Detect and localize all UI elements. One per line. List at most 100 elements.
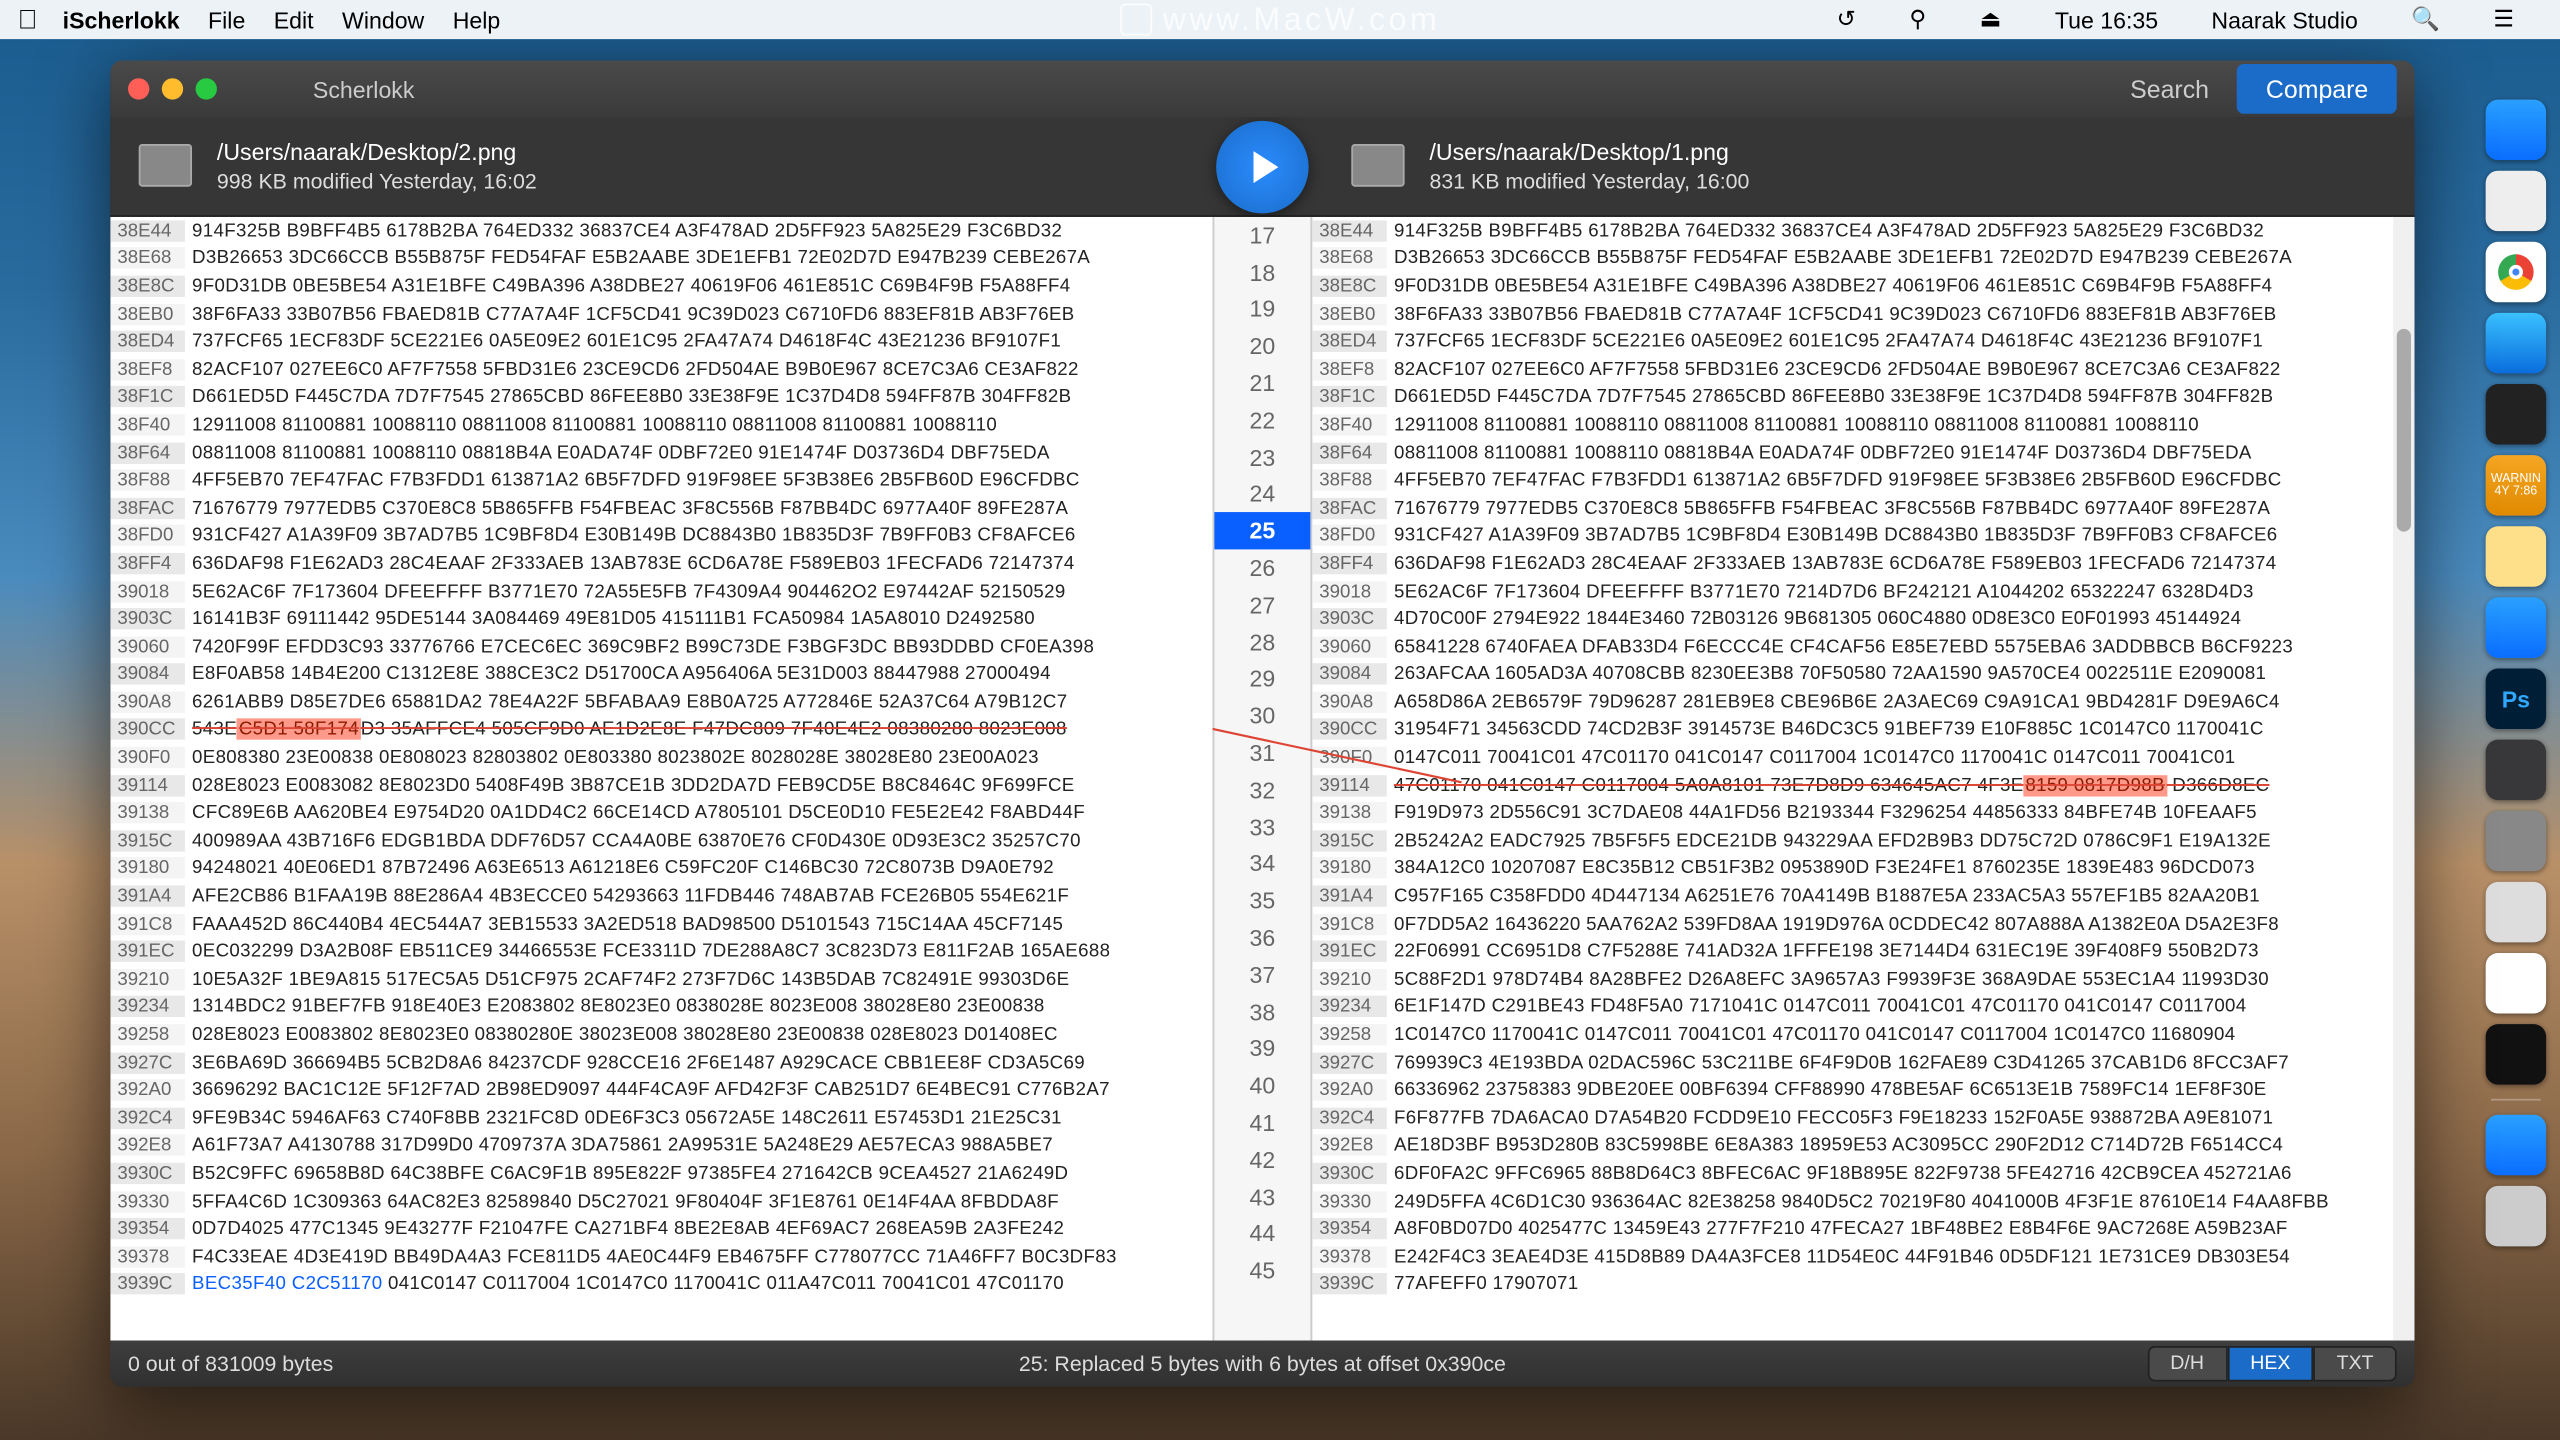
line-number[interactable]: 18 [1214, 254, 1310, 291]
line-number[interactable]: 17 [1214, 217, 1310, 254]
line-number[interactable]: 40 [1214, 1067, 1310, 1104]
hex-row[interactable]: 38F1CD661ED5D F445C7DA 7D7F7545 27865CBD… [1312, 383, 2414, 411]
hex-row[interactable]: 3915C2B5242A2 EADC7925 7B5F5F5 EDCE21DB … [1312, 827, 2414, 855]
apple-menu-icon[interactable]:  [18, 4, 38, 34]
hex-row[interactable]: 390185E62AC6F 7F173604 DFEEFFFF B3771E70… [110, 577, 1212, 605]
hex-row[interactable]: 38F884FF5EB70 7EF47FAC F7B3FDD1 613871A2… [110, 466, 1212, 494]
tab-compare[interactable]: Compare [2237, 64, 2396, 114]
timemachine-icon[interactable]: ↺ [1837, 5, 1856, 33]
hex-row[interactable]: 38ED4737FCF65 1ECF83DF 5CE221E6 0A5E09E2… [110, 328, 1212, 356]
hex-row[interactable]: 38EF882ACF107 027EE6C0 AF7F7558 5FBD31E6… [1312, 356, 2414, 384]
dock-textedit-icon[interactable] [2486, 171, 2546, 231]
hex-row[interactable]: 392E8A61F73A7 A4130788 317D99D0 4709737A… [110, 1132, 1212, 1160]
hex-row[interactable]: 39114028E8023 E0083082 8E8023D0 5408F49B… [110, 771, 1212, 799]
line-number[interactable]: 35 [1214, 882, 1310, 919]
scrollbar-thumb[interactable] [2397, 329, 2411, 531]
hex-row[interactable]: 390607420F99F EFDD3C93 33776766 E7CEC6EC… [110, 633, 1212, 661]
hex-row[interactable]: 39354A8F0BD07D0 4025477C 13459E43 277F7F… [1312, 1215, 2414, 1243]
hex-row[interactable]: 3915C400989AA 43B716F6 EDGB1BDA DDF76D57… [110, 827, 1212, 855]
wifi-icon[interactable]: ⚲ [1909, 5, 1926, 33]
hex-row[interactable]: 38E8C9F0D31DB 0BE5BE54 A31E1BFE C49BA396… [110, 272, 1212, 300]
hex-row[interactable]: 38FAC71676779 7977EDB5 C370E8C8 5B865FFB… [110, 494, 1212, 522]
hex-row[interactable]: 391C80F7DD5A2 16436220 5AA762A2 539FD8AA… [1312, 910, 2414, 938]
hex-row[interactable]: 392A036696292 BAC1C12E 5F12F7AD 2B98ED90… [110, 1076, 1212, 1104]
hex-row[interactable]: 390F00147C011 70041C01 47C01170 041C0147… [1312, 744, 2414, 772]
dock-finder-icon[interactable] [2486, 100, 2546, 160]
hex-row[interactable]: 39378F4C33EAE 4D3E419D BB49DA4A3 FCE811D… [110, 1243, 1212, 1271]
line-number[interactable]: 32 [1214, 772, 1310, 809]
hex-row[interactable]: 390F00E808380 23E00838 0E808023 82803802… [110, 744, 1212, 772]
dock-chrome-icon[interactable] [2486, 242, 2546, 302]
hex-row[interactable]: 3930CB52C9FFC 69658B8D 64C38BFE C6AC9F1B… [110, 1160, 1212, 1188]
hex-row[interactable]: 38FD0931CF427 A1A39F09 3B7AD7B5 1C9BF8D4… [1312, 522, 2414, 550]
line-number[interactable]: 28 [1214, 624, 1310, 661]
hex-panel-right[interactable]: 38E44914F325B B9BFF4B5 6178B2BA 764ED332… [1312, 217, 2414, 1341]
hex-row[interactable]: 38FF4636DAF98 F1E62AD3 28C4EAAF 2F333AEB… [1312, 550, 2414, 578]
line-number-column[interactable]: 1718192021222324252627282930313233343536… [1213, 217, 1313, 1341]
app-menu[interactable]: iScherlokk [63, 6, 180, 33]
hex-row[interactable]: 39330249D5FFA 4C6D1C30 936364AC 82E38258… [1312, 1187, 2414, 1215]
hex-row[interactable]: 391A4C957F165 C358FDD0 4D447134 A6251E76… [1312, 882, 2414, 910]
titlebar[interactable]: Scherlokk Search Compare [110, 60, 2414, 117]
hex-row[interactable]: 39180384A12C0 10207087 E8C35B12 CB51F3B2… [1312, 855, 2414, 883]
dock-appstore-icon[interactable] [2486, 597, 2546, 657]
dock-terminal-icon[interactable] [2486, 384, 2546, 444]
hex-row[interactable]: 38E44914F325B B9BFF4B5 6178B2BA 764ED332… [1312, 217, 2414, 245]
hex-row[interactable]: 38F6408811008 81100881 10088110 08818B4A… [1312, 439, 2414, 467]
hex-row[interactable]: 392105C88F2D1 978D74B4 8A28BFE2 D26A8EFC… [1312, 966, 2414, 994]
dock-notes-icon[interactable] [2486, 526, 2546, 586]
hex-row[interactable]: 39138CFC89E6B AA620BE4 E9754D20 0A1DD4C2… [110, 799, 1212, 827]
user-menu[interactable]: Naarak Studio [2211, 6, 2357, 33]
hex-row[interactable]: 38ED4737FCF65 1ECF83DF 5CE221E6 0A5E09E2… [1312, 328, 2414, 356]
hex-row[interactable]: 38EB038F6FA33 33B07B56 FBAED81B C77A7A4F… [110, 300, 1212, 328]
line-number[interactable]: 27 [1214, 587, 1310, 624]
file-panel-right[interactable]: /Users/naarak/Desktop/1.png 831 KB modif… [1323, 136, 2415, 196]
hex-row[interactable]: 3930C6DF0FA2C 9FFC6965 88B8D64C3 8BFEC6A… [1312, 1160, 2414, 1188]
hex-row[interactable]: 38F884FF5EB70 7EF47FAC F7B3FDD1 613871A2… [1312, 466, 2414, 494]
line-number[interactable]: 45 [1214, 1252, 1310, 1289]
hex-row[interactable]: 38FF4636DAF98 F1E62AD3 28C4EAAF 2F333AEB… [110, 550, 1212, 578]
dock-spotlight-icon[interactable] [2486, 1115, 2546, 1175]
hex-row[interactable]: 38EB038F6FA33 33B07B56 FBAED81B C77A7A4F… [1312, 300, 2414, 328]
hex-row[interactable]: 390185E62AC6F 7F173604 DFEEFFFF B3771E70… [1312, 577, 2414, 605]
file-panel-left[interactable]: /Users/naarak/Desktop/2.png 998 KB modif… [110, 136, 1202, 196]
line-number[interactable]: 44 [1214, 1215, 1310, 1252]
mode-hex-button[interactable]: HEX [2227, 1346, 2313, 1382]
hex-row[interactable]: 393305FFA4C6D 1C309363 64AC82E3 82589840… [110, 1187, 1212, 1215]
hex-row[interactable]: 38F4012911008 81100881 10088110 08811008… [110, 411, 1212, 439]
hex-row[interactable]: 38FAC71676779 7977EDB5 C370E8C8 5B865FFB… [1312, 494, 2414, 522]
minimize-button[interactable] [162, 78, 183, 99]
menu-edit[interactable]: Edit [274, 6, 314, 33]
hex-row[interactable]: 392A066336962 23758383 9DBE20EE 00BF6394… [1312, 1076, 2414, 1104]
hex-row[interactable]: 390CC31954F71 34563CDD 74CD2B3F 3914573E… [1312, 716, 2414, 744]
hex-row[interactable]: 38E68D3B26653 3DC66CCB B55B875F FED54FAF… [110, 245, 1212, 273]
line-number[interactable]: 38 [1214, 993, 1310, 1030]
line-number[interactable]: 43 [1214, 1178, 1310, 1215]
hex-row[interactable]: 3939CBEC35F40 C2C51170 041C0147 C0117004… [110, 1270, 1212, 1298]
hex-row[interactable]: 3903C4D70C00F 2794E922 1844E3460 72B0312… [1312, 605, 2414, 633]
spotlight-icon[interactable]: 🔍 [2411, 5, 2440, 33]
line-number[interactable]: 23 [1214, 439, 1310, 476]
clock[interactable]: Tue 16:35 [2055, 6, 2158, 33]
hex-row[interactable]: 393540D7D4025 477C1345 9E43277F F21047FE… [110, 1215, 1212, 1243]
line-number[interactable]: 29 [1214, 661, 1310, 698]
hex-row[interactable]: 3939C77AFEFF0 17907071 [1312, 1270, 2414, 1298]
dock-app2-icon[interactable] [2486, 740, 2546, 800]
mode-dh-button[interactable]: D/H [2147, 1346, 2227, 1382]
hex-row[interactable]: 39084263AFCAA 1605AD3A 40708CBB 8230EE3B… [1312, 661, 2414, 689]
menu-window[interactable]: Window [342, 6, 424, 33]
dock-monitor-icon[interactable] [2486, 1024, 2546, 1084]
dock-safari-icon[interactable] [2486, 313, 2546, 373]
line-number[interactable]: 22 [1214, 402, 1310, 439]
hex-row[interactable]: 392581C0147C0 1170041C 0147C011 70041C01… [1312, 1021, 2414, 1049]
hex-row[interactable]: 3906065841228 6740FAEA DFAB33D4 F6ECCC4E… [1312, 633, 2414, 661]
play-button[interactable] [1216, 120, 1308, 212]
hex-row[interactable]: 391A4AFE2CB86 B1FAA19B 88E286A4 4B3ECCE0… [110, 882, 1212, 910]
tab-search[interactable]: Search [2102, 64, 2238, 114]
hex-row[interactable]: 3927C769939C3 4E193BDA 02DAC596C 53C211B… [1312, 1049, 2414, 1077]
hex-row[interactable]: 39138F919D973 2D556C91 3C7DAE08 44A1FD56… [1312, 799, 2414, 827]
dock-trash-icon[interactable] [2486, 1186, 2546, 1246]
hex-row[interactable]: 3903C16141B3F 69111442 95DE5144 3A084469… [110, 605, 1212, 633]
hex-row[interactable]: 39258028E8023 E0083802 8E8023E0 08380280… [110, 1021, 1212, 1049]
hex-row[interactable]: 39378E242F4C3 3EAE4D3E 415D8B89 DA4A3FCE… [1312, 1243, 2414, 1271]
